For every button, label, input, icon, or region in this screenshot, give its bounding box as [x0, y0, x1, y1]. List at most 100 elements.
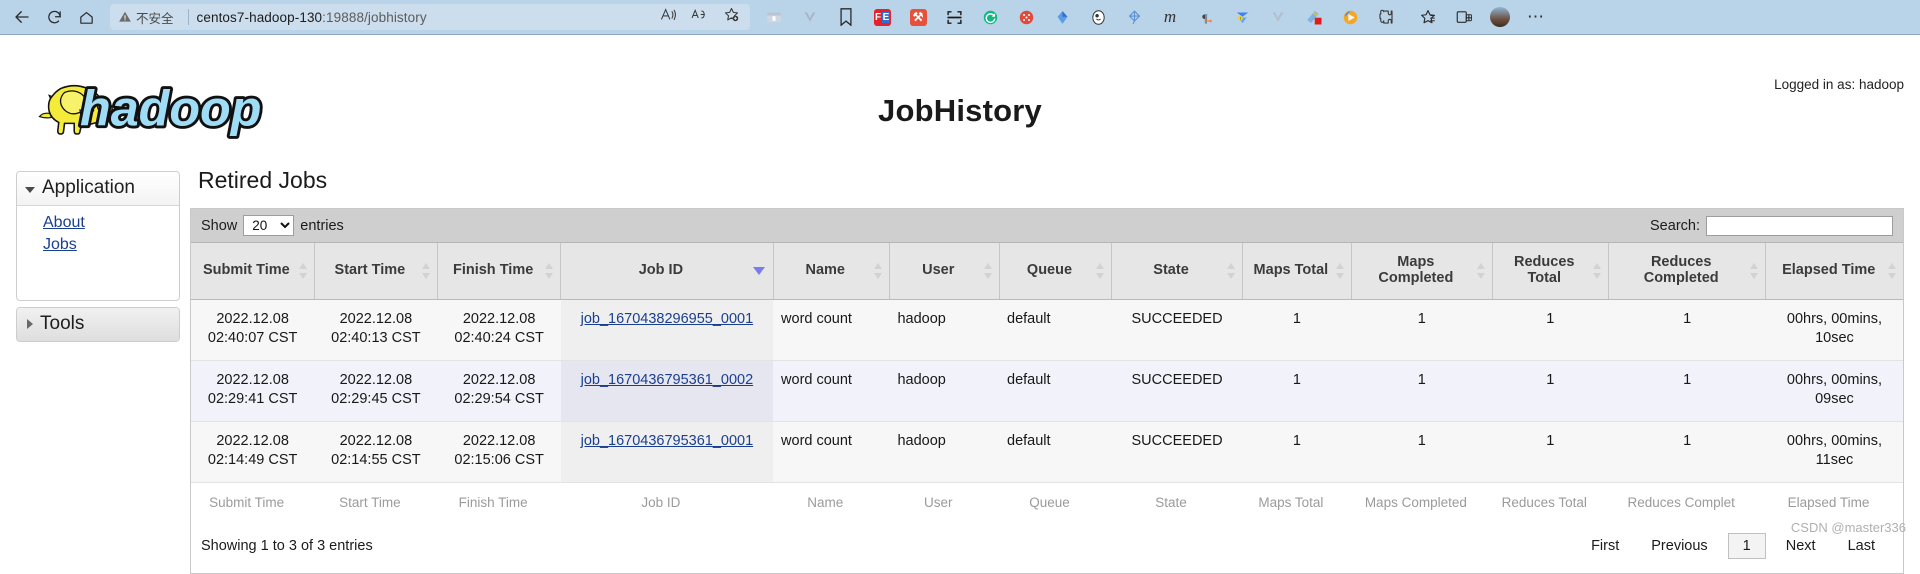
foot-col-user: User: [889, 482, 999, 523]
sidebar-link-about[interactable]: About: [17, 212, 179, 234]
sort-indicator-icon: [1592, 262, 1602, 279]
cell-finish-time: 2022.12.08 02:15:06 CST: [437, 421, 561, 484]
profile-avatar[interactable]: [1482, 2, 1518, 32]
col-start-time[interactable]: Start Time: [314, 243, 439, 300]
cell-state: SUCCEEDED: [1111, 421, 1243, 484]
col-maps-total[interactable]: Maps Total: [1242, 243, 1353, 300]
pilcrow-extension-icon[interactable]: ¶: [1188, 2, 1224, 32]
paint-extension-icon[interactable]: [1296, 2, 1332, 32]
vivaldi-v-icon[interactable]: [792, 2, 828, 32]
pagination-first[interactable]: First: [1575, 534, 1635, 558]
job-id-link[interactable]: job_1670436795361_0001: [581, 433, 754, 449]
collections-pane-icon[interactable]: [1410, 2, 1446, 32]
svg-text:¶: ¶: [1202, 10, 1208, 24]
foot-col-reduces-total: Reduces Total: [1492, 482, 1609, 523]
cell-elapsed-time: 00hrs, 00mins, 09sec: [1765, 360, 1903, 423]
cell-elapsed-time: 00hrs, 00mins, 11sec: [1765, 421, 1903, 484]
foot-col-queue: Queue: [999, 482, 1112, 523]
col-state[interactable]: State: [1111, 243, 1243, 300]
foot-col-submit-time: Submit Time: [191, 482, 315, 523]
sidebar-panel-application: Application About Jobs: [16, 171, 180, 301]
job-id-link[interactable]: job_1670436795361_0002: [581, 372, 754, 388]
cell-start-time: 2022.12.08 02:40:13 CST: [314, 299, 438, 361]
address-bar[interactable]: 不安全 centos7-hadoop-130:19888/jobhistory: [110, 4, 750, 30]
diamond-extension-icon[interactable]: [1044, 2, 1080, 32]
sidebar-panel-application-header[interactable]: Application: [17, 172, 179, 206]
cell-maps-completed: 1: [1351, 360, 1493, 423]
cell-user: hadoop: [889, 360, 999, 423]
search-label: Search:: [1650, 217, 1700, 234]
security-warning[interactable]: 不安全: [116, 8, 180, 27]
bookmark-icon[interactable]: [828, 2, 864, 32]
capture-extension-icon[interactable]: [936, 2, 972, 32]
col-name[interactable]: Name: [773, 243, 890, 300]
cell-submit-time: 2022.12.08 02:14:49 CST: [191, 421, 315, 484]
pagination-page-1[interactable]: 1: [1727, 532, 1766, 559]
col-submit-time[interactable]: Submit Time: [191, 243, 315, 300]
refresh-extension-icon[interactable]: [972, 2, 1008, 32]
cell-reduces-completed: 1: [1608, 299, 1766, 361]
page-length-suffix: entries: [300, 217, 344, 234]
page-length-select[interactable]: 20406080100: [243, 215, 295, 236]
translate-icon[interactable]: [691, 7, 709, 27]
sort-indicator-icon: [1750, 262, 1759, 279]
page-title: JobHistory: [878, 93, 1042, 128]
puzzle-extension-icon[interactable]: [1368, 2, 1404, 32]
sidebar-link-jobs[interactable]: Jobs: [17, 234, 179, 256]
add-favorite-icon[interactable]: [723, 6, 740, 28]
chevron-right-icon: [27, 319, 33, 329]
pagination-previous[interactable]: Previous: [1635, 534, 1723, 558]
cell-reduces-total: 1: [1492, 299, 1609, 361]
warn-extension-icon[interactable]: !: [1224, 2, 1260, 32]
svg-text:!: !: [1239, 15, 1240, 20]
wrench-extension-icon[interactable]: ⚒: [900, 2, 936, 32]
pagination-last[interactable]: Last: [1832, 534, 1891, 558]
cell-job-id[interactable]: job_1670436795361_0002: [560, 360, 774, 423]
cell-finish-time: 2022.12.08 02:40:24 CST: [437, 299, 561, 361]
collections-icon[interactable]: [756, 2, 792, 32]
dice-extension-icon[interactable]: [1008, 2, 1044, 32]
cell-job-id[interactable]: job_1670436795361_0001: [560, 421, 774, 484]
read-aloud-icon[interactable]: [660, 7, 677, 27]
sidebar-panel-tools-header[interactable]: Tools: [17, 308, 179, 341]
sort-indicator-icon: [298, 262, 308, 279]
cell-name: word count: [773, 360, 890, 423]
job-id-link[interactable]: job_1670438296955_0001: [581, 311, 754, 327]
url-text: centos7-hadoop-130:19888/jobhistory: [196, 9, 427, 25]
cell-job-id[interactable]: job_1670438296955_0001: [560, 299, 774, 361]
more-options-icon[interactable]: ⋯: [1518, 2, 1554, 32]
col-elapsed-time[interactable]: Elapsed Time: [1765, 243, 1903, 300]
col-reduces-total[interactable]: Reduces Total: [1492, 243, 1609, 300]
col-maps-completed[interactable]: Maps Completed: [1351, 243, 1493, 300]
cell-queue: default: [999, 421, 1112, 484]
table-row[interactable]: 2022.12.08 02:40:07 CST 2022.12.08 02:40:1…: [191, 299, 1903, 361]
pagination-next[interactable]: Next: [1770, 534, 1832, 558]
cell-state: SUCCEEDED: [1111, 360, 1243, 423]
back-arrow-icon[interactable]: [6, 2, 38, 32]
cell-reduces-total: 1: [1492, 360, 1609, 423]
cell-reduces-total: 1: [1492, 421, 1609, 484]
home-icon[interactable]: [70, 2, 102, 32]
search-input[interactable]: [1706, 215, 1893, 236]
play-extension-icon[interactable]: [1332, 2, 1368, 32]
cell-name: word count: [773, 299, 890, 361]
kite-extension-icon[interactable]: [1116, 2, 1152, 32]
fe-extension-icon[interactable]: FE: [864, 2, 900, 32]
face-extension-icon[interactable]: [1080, 2, 1116, 32]
col-job-id[interactable]: Job ID: [560, 243, 774, 300]
col-reduces-completed[interactable]: Reduces Completed: [1608, 243, 1767, 300]
v-extension-icon[interactable]: [1260, 2, 1296, 32]
table-row[interactable]: 2022.12.08 02:14:49 CST 2022.12.08 02:14:5…: [191, 421, 1903, 484]
cell-finish-time: 2022.12.08 02:29:54 CST: [437, 360, 561, 423]
page-length-control: Show 20406080100 entries: [201, 215, 344, 236]
col-user[interactable]: User: [889, 243, 1000, 300]
jobs-datatable: Show 20406080100 entries Search:: [190, 208, 1904, 574]
col-finish-time[interactable]: Finish Time: [437, 243, 562, 300]
col-queue[interactable]: Queue: [999, 243, 1113, 300]
reload-icon[interactable]: [38, 2, 70, 32]
table-row[interactable]: 2022.12.08 02:29:41 CST 2022.12.08 02:29:4…: [191, 360, 1903, 423]
split-screen-icon[interactable]: [1446, 2, 1482, 32]
foot-col-reduces-completed: Reduces Complet: [1608, 482, 1766, 523]
m-extension-icon[interactable]: m: [1152, 2, 1188, 32]
jobs-table: Submit Time Start Time Finish Time Job I…: [191, 243, 1903, 523]
